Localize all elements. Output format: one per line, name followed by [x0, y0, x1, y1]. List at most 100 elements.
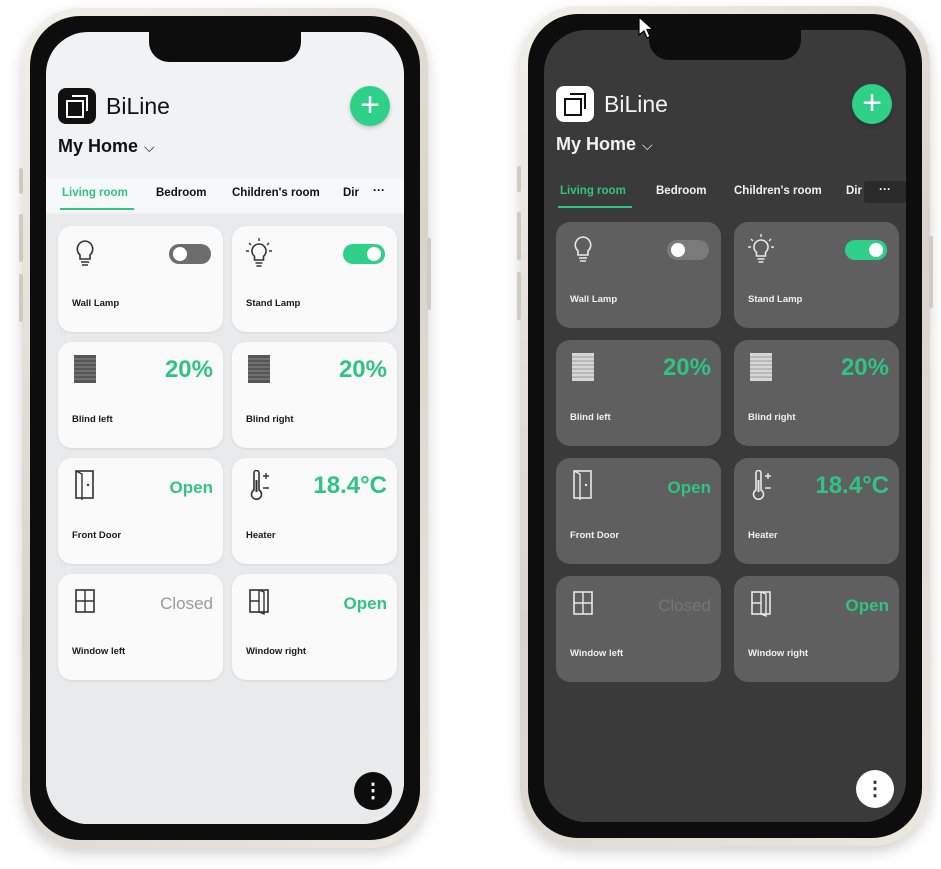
- device-value: 20%: [840, 354, 889, 381]
- blind-icon: [74, 355, 96, 383]
- device-label: Window left: [72, 646, 126, 657]
- more-tabs-button[interactable]: ···: [368, 183, 390, 197]
- window-icon: [573, 591, 593, 615]
- window-open-icon: [249, 589, 269, 616]
- device-label: Stand Lamp: [246, 298, 301, 309]
- device-card-stand-lamp[interactable]: Stand Lamp: [734, 222, 899, 328]
- thermometer-icon: [752, 470, 771, 500]
- device-card-stand-lamp[interactable]: Stand Lamp: [232, 226, 397, 332]
- dark-phone: BiLine + My Home ⌵ Living room Bedroom Ch…: [517, 6, 933, 846]
- device-label: Wall Lamp: [570, 294, 618, 305]
- device-card-window-right[interactable]: Open Window right: [734, 576, 899, 682]
- tab-living-room[interactable]: Living room: [560, 185, 626, 197]
- bulb-off-icon: [574, 236, 592, 262]
- tab-dir[interactable]: Dir: [343, 187, 359, 199]
- device-card-window-left[interactable]: Closed Window left: [556, 576, 721, 682]
- blind-icon: [572, 353, 594, 381]
- device-grid: Wall Lamp Stand Lamp 20% Blind left 20% …: [46, 214, 404, 824]
- device-value: Closed: [658, 596, 711, 615]
- add-button[interactable]: +: [350, 86, 390, 126]
- device-label: Wall Lamp: [72, 298, 120, 309]
- room-tabs: Living room Bedroom Children's room Dir …: [544, 176, 906, 210]
- device-card-wall-lamp[interactable]: Wall Lamp: [58, 226, 223, 332]
- more-vertical-icon[interactable]: ⋮: [354, 772, 392, 810]
- wall-lamp-toggle[interactable]: [667, 240, 709, 260]
- tab-living-room[interactable]: Living room: [62, 187, 128, 199]
- device-value: Open: [343, 594, 387, 613]
- chevron-down-icon: ⌵: [144, 139, 155, 155]
- app-header: BiLine +: [58, 86, 392, 126]
- door-icon: [573, 470, 592, 500]
- add-button[interactable]: +: [852, 84, 892, 124]
- device-value: 18.4°C: [313, 472, 387, 499]
- device-label: Heater: [748, 530, 778, 541]
- plus-icon: +: [862, 84, 882, 122]
- tab-bedroom[interactable]: Bedroom: [656, 185, 706, 197]
- active-tab-indicator: [60, 208, 134, 210]
- tab-dir[interactable]: Dir: [846, 185, 862, 197]
- bulb-off-icon: [76, 240, 94, 266]
- device-card-blind-right[interactable]: 20% Blind right: [232, 342, 397, 448]
- thermometer-icon: [250, 470, 269, 500]
- device-card-blind-left[interactable]: 20% Blind left: [556, 340, 721, 446]
- device-card-window-left[interactable]: Closed Window left: [58, 574, 223, 680]
- window-open-icon: [751, 591, 771, 618]
- device-grid: Wall Lamp Stand Lamp 20% Blind left 20% …: [544, 212, 906, 822]
- blind-icon: [750, 353, 772, 381]
- app-header: BiLine +: [556, 84, 894, 124]
- notch: [649, 30, 801, 60]
- wall-lamp-toggle[interactable]: [169, 244, 211, 264]
- device-value: 20%: [164, 356, 213, 383]
- device-card-blind-left[interactable]: 20% Blind left: [58, 342, 223, 448]
- device-label: Window right: [748, 648, 809, 659]
- plus-icon: +: [360, 86, 380, 124]
- home-label: My Home: [58, 136, 139, 156]
- device-label: Front Door: [72, 530, 122, 541]
- dark-screen: BiLine + My Home ⌵ Living room Bedroom Ch…: [544, 30, 906, 822]
- biline-logo-icon: [58, 88, 96, 124]
- more-vertical-icon[interactable]: ⋮: [856, 770, 894, 808]
- bulb-on-icon: [246, 238, 272, 267]
- device-label: Window left: [570, 648, 624, 659]
- light-phone: BiLine + My Home ⌵ Living room Bedroom Ch…: [19, 8, 431, 848]
- device-card-front-door[interactable]: Open Front Door: [556, 458, 721, 564]
- stand-lamp-toggle[interactable]: [845, 240, 887, 260]
- bulb-on-icon: [748, 234, 774, 263]
- device-value: 20%: [338, 356, 387, 383]
- home-selector[interactable]: My Home ⌵: [556, 134, 653, 155]
- device-label: Blind left: [570, 412, 611, 423]
- device-card-wall-lamp[interactable]: Wall Lamp: [556, 222, 721, 328]
- tab-childrens-room[interactable]: Children's room: [734, 185, 822, 197]
- device-label: Heater: [246, 530, 276, 541]
- device-card-heater[interactable]: 18.4°C Heater: [734, 458, 899, 564]
- stand-lamp-toggle[interactable]: [343, 244, 385, 264]
- biline-logo-icon: [556, 86, 594, 122]
- door-icon: [75, 470, 94, 500]
- notch: [149, 32, 301, 62]
- device-value: 20%: [662, 354, 711, 381]
- home-label: My Home: [556, 134, 637, 154]
- device-label: Front Door: [570, 530, 620, 541]
- device-value: Closed: [160, 594, 213, 613]
- more-tabs-button[interactable]: ···: [864, 181, 906, 203]
- chevron-down-icon: ⌵: [642, 137, 653, 153]
- device-label: Blind right: [748, 412, 796, 423]
- device-label: Blind right: [246, 414, 294, 425]
- home-selector[interactable]: My Home ⌵: [58, 136, 155, 157]
- device-card-front-door[interactable]: Open Front Door: [58, 458, 223, 564]
- brand-title: BiLine: [604, 91, 668, 117]
- device-card-blind-right[interactable]: 20% Blind right: [734, 340, 899, 446]
- light-screen: BiLine + My Home ⌵ Living room Bedroom Ch…: [46, 32, 404, 824]
- device-label: Blind left: [72, 414, 113, 425]
- device-label: Window right: [246, 646, 307, 657]
- device-value: Open: [667, 478, 711, 497]
- device-card-heater[interactable]: 18.4°C Heater: [232, 458, 397, 564]
- device-value: Open: [845, 596, 889, 615]
- tab-childrens-room[interactable]: Children's room: [232, 187, 320, 199]
- tab-bedroom[interactable]: Bedroom: [156, 187, 206, 199]
- device-value: Open: [169, 478, 213, 497]
- brand-title: BiLine: [106, 93, 170, 119]
- device-label: Stand Lamp: [748, 294, 803, 305]
- device-card-window-right[interactable]: Open Window right: [232, 574, 397, 680]
- active-tab-indicator: [558, 206, 632, 208]
